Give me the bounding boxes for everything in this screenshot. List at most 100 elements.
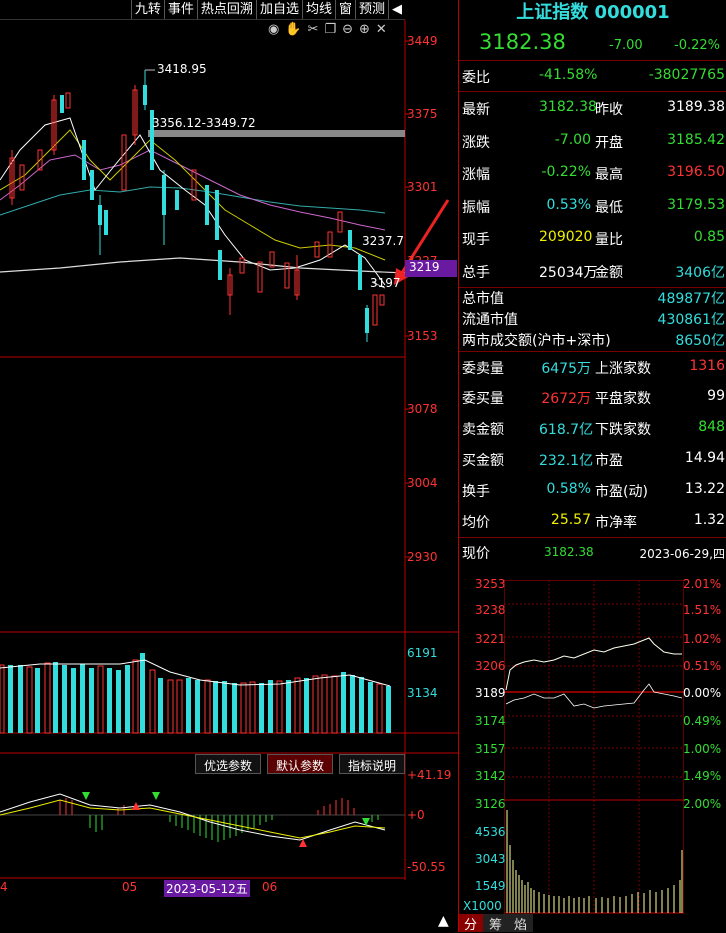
date-cursor-label: 2023-05-12五 xyxy=(164,880,250,897)
row-label-2: 市净率 xyxy=(595,515,637,531)
index-title: 上证指数 000001 xyxy=(516,2,670,23)
resistance-band xyxy=(148,130,405,137)
row-value: 2672万 xyxy=(541,391,591,407)
row-value-2: 13.22 xyxy=(684,481,725,497)
zoom-in-icon[interactable]: ⊕ xyxy=(359,22,370,40)
row-label: 委比 xyxy=(462,70,490,86)
turnover-label: 两市成交额(沪市+深市) xyxy=(462,333,611,349)
row-value: 209020 xyxy=(539,229,593,245)
kline-chart-area[interactable] xyxy=(0,0,458,932)
row-label-2: 下跌家数 xyxy=(595,422,651,438)
intraday-pct-label: 0.51% xyxy=(683,659,722,673)
hand-icon[interactable]: ✋ xyxy=(285,22,301,40)
row-value: 6475万 xyxy=(541,361,591,377)
row-value: -7.00 xyxy=(554,132,591,148)
row-value-2: 3196.50 xyxy=(667,164,725,180)
intraday-volume-label: 3043 xyxy=(475,852,506,866)
row-label: 卖金额 xyxy=(462,422,504,438)
intraday-pct-label: 2.01% xyxy=(683,577,722,591)
price-axis-label: 3078 xyxy=(407,402,438,416)
row-value: 25034万 xyxy=(539,265,598,281)
intraday-left-label: 3157 xyxy=(475,742,506,756)
row-label-2: 量比 xyxy=(595,232,623,248)
now-label: 现价 xyxy=(462,546,490,562)
row-label: 均价 xyxy=(462,515,490,531)
market-cap-label: 总市值 xyxy=(462,291,504,307)
row-label-2: 开盘 xyxy=(595,135,623,151)
row-label: 现手 xyxy=(462,232,490,248)
intraday-left-label: 3142 xyxy=(475,769,506,783)
now-price: 3182.38 xyxy=(544,545,594,559)
ma-line-long xyxy=(0,257,406,274)
intraday-left-label: 3238 xyxy=(475,603,506,617)
intraday-pct-label: 2.00% xyxy=(683,797,722,811)
intraday-left-label: 3221 xyxy=(475,632,506,646)
row-label-2: 平盘家数 xyxy=(595,391,651,407)
now-date: 2023-06-29,四 xyxy=(639,547,725,561)
close-icon[interactable]: ✕ xyxy=(376,22,387,40)
price-axis-label: 3153 xyxy=(407,329,438,343)
row-value: 3182.38 xyxy=(539,99,597,115)
row-value-2: 3185.42 xyxy=(667,132,725,148)
intraday-volume-unit: X1000 xyxy=(463,899,502,913)
macd-dea-line xyxy=(0,799,386,839)
price-axis-label: 2930 xyxy=(407,550,438,564)
last-annotation: 3197 xyxy=(370,276,401,290)
date-axis-label: 06 xyxy=(262,880,278,894)
sell-signal-icon-3 xyxy=(362,818,370,826)
float-cap-value: 430861亿 xyxy=(657,312,725,328)
sell-signal-icon-2 xyxy=(152,792,160,800)
sell-signal-icon xyxy=(82,792,90,800)
macd-axis-label: -50.55 xyxy=(407,860,446,874)
price-axis-label: 3301 xyxy=(407,180,438,194)
tab-indicator-help[interactable]: 指标说明 xyxy=(339,754,406,774)
scissors-icon[interactable]: ✂ xyxy=(308,22,319,40)
intraday-volume-label: 1549 xyxy=(475,879,506,893)
high-annotation: 3418.95 xyxy=(157,62,207,76)
row-label: 涨幅 xyxy=(462,167,490,183)
mid-annotation: 3237.7 xyxy=(362,234,404,248)
quote-panel: 上证指数 000001 3182.38 -7.00 -0.22% 委比 -41.… xyxy=(458,0,726,932)
copy-icon[interactable]: ❐ xyxy=(324,22,336,40)
row-label-2: 最低 xyxy=(595,200,623,216)
date-axis-label: 4 xyxy=(0,880,8,894)
row-label: 振幅 xyxy=(462,200,490,216)
index-pct: -0.22% xyxy=(674,38,720,53)
intraday-pct-label: 1.49% xyxy=(683,769,722,783)
index-change: -7.00 xyxy=(609,38,643,53)
tab-preferred-params[interactable]: 优选参数 xyxy=(195,754,262,774)
market-cap-value: 489877亿 xyxy=(657,291,725,307)
volume-axis-label: 6191 xyxy=(407,646,438,660)
intraday-pct-label: 0.49% xyxy=(683,714,722,728)
chart-icon-bar: ◉ ✋ ✂ ❐ ⊖ ⊕ ✕ xyxy=(268,22,403,40)
index-price: 3182.38 xyxy=(479,30,566,54)
eye-icon[interactable]: ◉ xyxy=(268,22,279,40)
intraday-pct-label: 1.00% xyxy=(683,742,722,756)
price-axis-label: 3004 xyxy=(407,476,438,490)
intraday-left-label: 3206 xyxy=(475,659,506,673)
row-label: 最新 xyxy=(462,102,490,118)
intraday-chart[interactable] xyxy=(504,580,684,915)
row-label-2: 市盈(动) xyxy=(595,484,648,500)
row-value: -41.58% xyxy=(539,67,598,83)
row-value-2: 3179.53 xyxy=(667,197,725,213)
tab-default-params[interactable]: 默认参数 xyxy=(267,754,334,774)
zoom-out-icon[interactable]: ⊖ xyxy=(342,22,353,40)
row-value-2: -38027765 xyxy=(648,67,725,83)
intraday-left-label: 3126 xyxy=(475,797,506,811)
current-price-marker: 3219 xyxy=(405,260,457,277)
row-value: 232.1亿 xyxy=(539,453,594,469)
row-label-2: 昨收 xyxy=(595,102,623,118)
up-arrow-icon[interactable]: ▲ xyxy=(438,913,458,932)
row-value-2: 3189.38 xyxy=(667,99,725,115)
row-label-2: 市盈 xyxy=(595,453,623,469)
row-value-2: 14.94 xyxy=(684,450,725,466)
range-annotation: 3356.12-3349.72 xyxy=(152,116,256,130)
row-label: 换手 xyxy=(462,484,490,500)
row-value-2: 1316 xyxy=(689,358,725,374)
row-value-2: 0.85 xyxy=(693,229,725,245)
row-value: 25.57 xyxy=(550,512,591,528)
row-value-2: 3406亿 xyxy=(675,265,725,281)
row-value: 618.7亿 xyxy=(539,422,594,438)
intraday-pct-label: 1.02% xyxy=(683,632,722,646)
